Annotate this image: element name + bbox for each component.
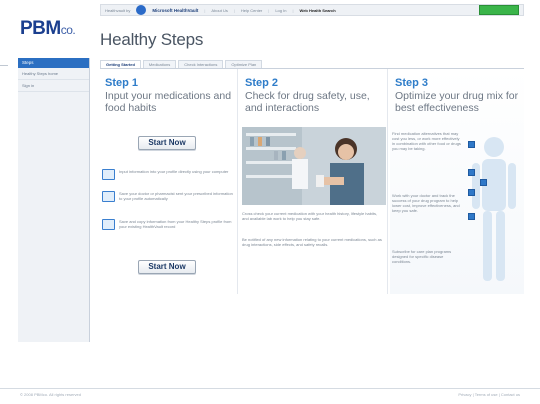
step-3-description: Optimize your drug mix for best effectiv… bbox=[395, 90, 519, 114]
step-2-paragraph-1: Cross check your current medication with… bbox=[242, 211, 378, 221]
tab-getting-started[interactable]: Getting Started bbox=[100, 60, 141, 68]
feature-item: Save and copy information from your Heal… bbox=[102, 219, 236, 230]
green-action-button[interactable] bbox=[479, 5, 519, 15]
sidebar-item-home[interactable]: Healthy Steps home bbox=[18, 68, 89, 80]
human-body-figure-icon bbox=[472, 137, 516, 281]
start-now-button[interactable]: Start Now bbox=[138, 136, 196, 150]
sidebar-header[interactable]: Steps bbox=[18, 58, 89, 68]
footer-links[interactable]: Privacy | Terms of use | Contact us bbox=[458, 392, 520, 397]
step-3-title: Step 3 bbox=[395, 77, 429, 89]
step-3-paragraph-3: Subscribe for care plan programs designe… bbox=[392, 249, 452, 264]
sidebar: Steps Healthy Steps home Sign in bbox=[18, 58, 90, 342]
top-navigation-bar: Healthvault by Microsoft HealthVault | A… bbox=[100, 4, 524, 16]
tab-bar: Getting Started Medications Check Intera… bbox=[100, 60, 524, 69]
separator: | bbox=[204, 7, 206, 13]
web-health-search-label[interactable]: Web Health Search bbox=[299, 8, 335, 13]
computer-icon bbox=[102, 169, 115, 180]
document-icon bbox=[102, 191, 115, 202]
step-1-column: Step 1 Input your medications and food h… bbox=[100, 69, 238, 294]
healthvault-link[interactable]: Microsoft HealthVault bbox=[152, 8, 198, 13]
checkbox-icon bbox=[480, 179, 487, 186]
step-1-title: Step 1 bbox=[105, 77, 139, 89]
pbm-logo[interactable]: PBMco. bbox=[20, 18, 76, 40]
footer: © 2008 PBMco. All rights reserved Privac… bbox=[20, 392, 520, 397]
feature-text: Save your doctor or pharmacist sent your… bbox=[119, 191, 233, 201]
tab-medications[interactable]: Medications bbox=[142, 60, 177, 68]
feature-item: Input information into your profile dire… bbox=[102, 169, 236, 180]
footer-divider bbox=[0, 388, 540, 389]
topbar-prefix: Healthvault by bbox=[105, 7, 131, 13]
step-2-description: Check for drug safety, use, and interact… bbox=[245, 90, 370, 114]
logo-text: PBM bbox=[20, 18, 61, 39]
feature-text: Save and copy information from your Heal… bbox=[119, 219, 232, 229]
separator: | bbox=[268, 7, 270, 13]
help-center-link[interactable]: Help Center bbox=[241, 8, 262, 13]
step-2-column: Step 2 Check for drug safety, use, and i… bbox=[240, 69, 388, 294]
log-in-link[interactable]: Log In bbox=[275, 8, 286, 13]
feature-item: Save your doctor or pharmacist sent your… bbox=[102, 191, 236, 202]
step-3-column: Step 3 Optimize your drug mix for best e… bbox=[390, 69, 524, 294]
logo-suffix: co. bbox=[60, 23, 76, 37]
step-3-paragraph-2: Work with your doctor and track the succ… bbox=[392, 193, 460, 213]
checkbox-icon bbox=[468, 213, 475, 220]
pharmacy-photo-illustration bbox=[242, 127, 386, 205]
step-1-description: Input your medications and food habits bbox=[105, 90, 232, 114]
checkbox-icon bbox=[468, 189, 475, 196]
separator: | bbox=[233, 7, 235, 13]
step-3-paragraph-1: Find medication alternatives that may co… bbox=[392, 131, 461, 151]
start-now-button-bottom[interactable]: Start Now bbox=[138, 260, 196, 274]
left-edge-line bbox=[0, 60, 8, 66]
separator: | bbox=[292, 7, 294, 13]
sidebar-item-sign-in[interactable]: Sign in bbox=[18, 80, 89, 92]
about-us-link[interactable]: About Us bbox=[211, 8, 227, 13]
steps-panel: Step 1 Input your medications and food h… bbox=[100, 69, 524, 294]
tab-check-interactions[interactable]: Check Interactions bbox=[178, 60, 224, 68]
step-2-paragraph-2: Be notified of any new information relat… bbox=[242, 237, 382, 247]
page-title: Healthy Steps bbox=[100, 30, 204, 49]
feature-text: Input information into your profile dire… bbox=[119, 169, 229, 174]
footer-copyright: © 2008 PBMco. All rights reserved bbox=[20, 392, 81, 397]
healthvault-logo-icon bbox=[136, 5, 147, 15]
checkbox-icon bbox=[468, 169, 475, 176]
checkbox-icon bbox=[468, 141, 475, 148]
upload-icon bbox=[102, 219, 115, 230]
tab-optimize-plan[interactable]: Optimize Plan bbox=[225, 60, 263, 68]
pharmacy-photo bbox=[242, 127, 386, 205]
step-2-title: Step 2 bbox=[245, 77, 279, 89]
